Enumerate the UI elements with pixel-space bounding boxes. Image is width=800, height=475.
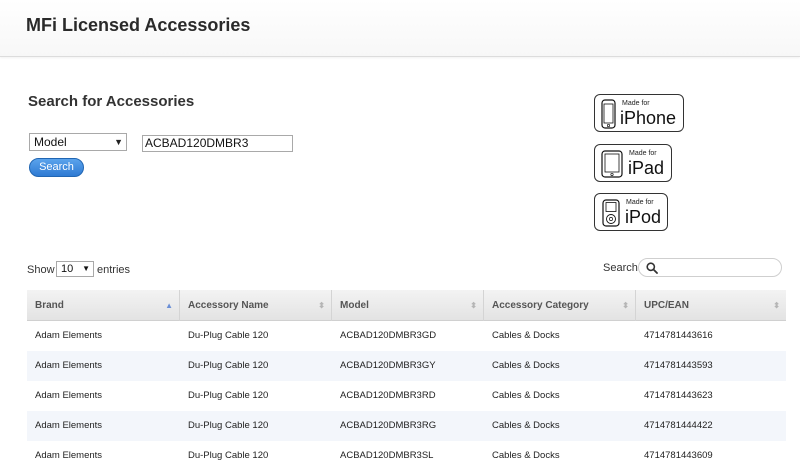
cell-brand: Adam Elements (35, 360, 103, 371)
cell-accessory-name: Du-Plug Cable 120 (188, 390, 269, 401)
table-row[interactable]: Adam Elements Du-Plug Cable 120 ACBAD120… (27, 381, 786, 411)
made-for-label: Made for (622, 100, 650, 107)
cell-accessory-name: Du-Plug Cable 120 (188, 360, 269, 371)
device-name: iPod (625, 207, 662, 227)
cell-brand: Adam Elements (35, 390, 103, 401)
device-name: iPhone (620, 108, 677, 128)
sort-icon: ⬍ (773, 301, 780, 310)
table-row[interactable]: Adam Elements Du-Plug Cable 120 ACBAD120… (27, 321, 786, 351)
dropdown-arrow-icon: ▼ (82, 264, 90, 273)
table-search-input[interactable] (638, 258, 782, 277)
device-name: iPad (628, 158, 665, 178)
cell-accessory-name: Du-Plug Cable 120 (188, 420, 269, 431)
cell-upc-ean: 4714781443623 (644, 390, 713, 401)
cell-brand: Adam Elements (35, 330, 103, 341)
made-for-iphone-badge: Made for iPhone (594, 94, 684, 132)
column-header-label: Brand (35, 300, 64, 311)
column-header-label: Accessory Category (492, 300, 589, 311)
page-size-select[interactable]: 10 ▼ (56, 261, 94, 277)
table-row[interactable]: Adam Elements Du-Plug Cable 120 ACBAD120… (27, 411, 786, 441)
cell-brand: Adam Elements (35, 450, 103, 461)
cell-category: Cables & Docks (492, 360, 560, 371)
table-row[interactable]: Adam Elements Du-Plug Cable 120 ACBAD120… (27, 441, 786, 471)
table-row[interactable]: Adam Elements Du-Plug Cable 120 ACBAD120… (27, 351, 786, 381)
search-field-select-value: Model (34, 135, 67, 149)
made-for-label: Made for (629, 150, 657, 157)
ipad-icon (601, 150, 623, 178)
cell-model: ACBAD120DMBR3RD (340, 390, 436, 401)
cell-category: Cables & Docks (492, 450, 560, 461)
made-for-ipad-badge: Made for iPad (594, 144, 672, 182)
cell-model: ACBAD120DMBR3SL (340, 450, 434, 461)
sort-icon: ⬍ (470, 301, 477, 310)
column-header-model[interactable]: Model ⬍ (332, 290, 484, 321)
table-search-label: Search: (603, 262, 641, 274)
column-header-accessory-category[interactable]: Accessory Category ⬍ (484, 290, 636, 321)
made-for-label: Made for (626, 199, 654, 206)
model-search-input[interactable]: ACBAD120DMBR3 (142, 135, 293, 152)
cell-accessory-name: Du-Plug Cable 120 (188, 330, 269, 341)
cell-brand: Adam Elements (35, 420, 103, 431)
search-field-select[interactable]: Model ▼ (29, 133, 127, 151)
column-header-upc-ean[interactable]: UPC/EAN ⬍ (636, 290, 786, 321)
cell-upc-ean: 4714781443609 (644, 450, 713, 461)
cell-upc-ean: 4714781443593 (644, 360, 713, 371)
column-header-brand[interactable]: Brand ▲ (27, 290, 180, 321)
cell-upc-ean: 4714781444422 (644, 420, 713, 431)
cell-category: Cables & Docks (492, 330, 560, 341)
cell-category: Cables & Docks (492, 420, 560, 431)
page-header: MFi Licensed Accessories (0, 0, 800, 57)
column-header-accessory-name[interactable]: Accessory Name ⬍ (180, 290, 332, 321)
cell-model: ACBAD120DMBR3GY (340, 360, 436, 371)
entries-label: entries (97, 264, 131, 276)
search-section-title: Search for Accessories (28, 93, 195, 110)
page-size-value: 10 (61, 263, 74, 275)
page-title: MFi Licensed Accessories (26, 15, 251, 35)
ipod-icon (602, 199, 620, 227)
cell-model: ACBAD120DMBR3RG (340, 420, 437, 431)
sort-icon: ⬍ (622, 301, 629, 310)
sort-icon: ⬍ (318, 301, 325, 310)
cell-category: Cables & Docks (492, 390, 560, 401)
dropdown-arrow-icon: ▼ (114, 137, 123, 147)
table-header: Brand ▲ Accessory Name ⬍ Model ⬍ Accesso… (27, 290, 786, 321)
column-header-label: Model (340, 300, 369, 311)
cell-upc-ean: 4714781443616 (644, 330, 713, 341)
sort-ascending-icon: ▲ (165, 301, 173, 310)
made-for-ipod-badge: Made for iPod (594, 193, 668, 231)
iphone-icon (601, 99, 616, 129)
column-header-label: Accessory Name (188, 300, 269, 311)
cell-accessory-name: Du-Plug Cable 120 (188, 450, 269, 461)
show-label: Show (27, 264, 55, 276)
search-button[interactable]: Search (29, 158, 84, 177)
cell-model: ACBAD120DMBR3GD (340, 330, 437, 341)
column-header-label: UPC/EAN (644, 300, 690, 311)
search-icon (646, 262, 658, 274)
